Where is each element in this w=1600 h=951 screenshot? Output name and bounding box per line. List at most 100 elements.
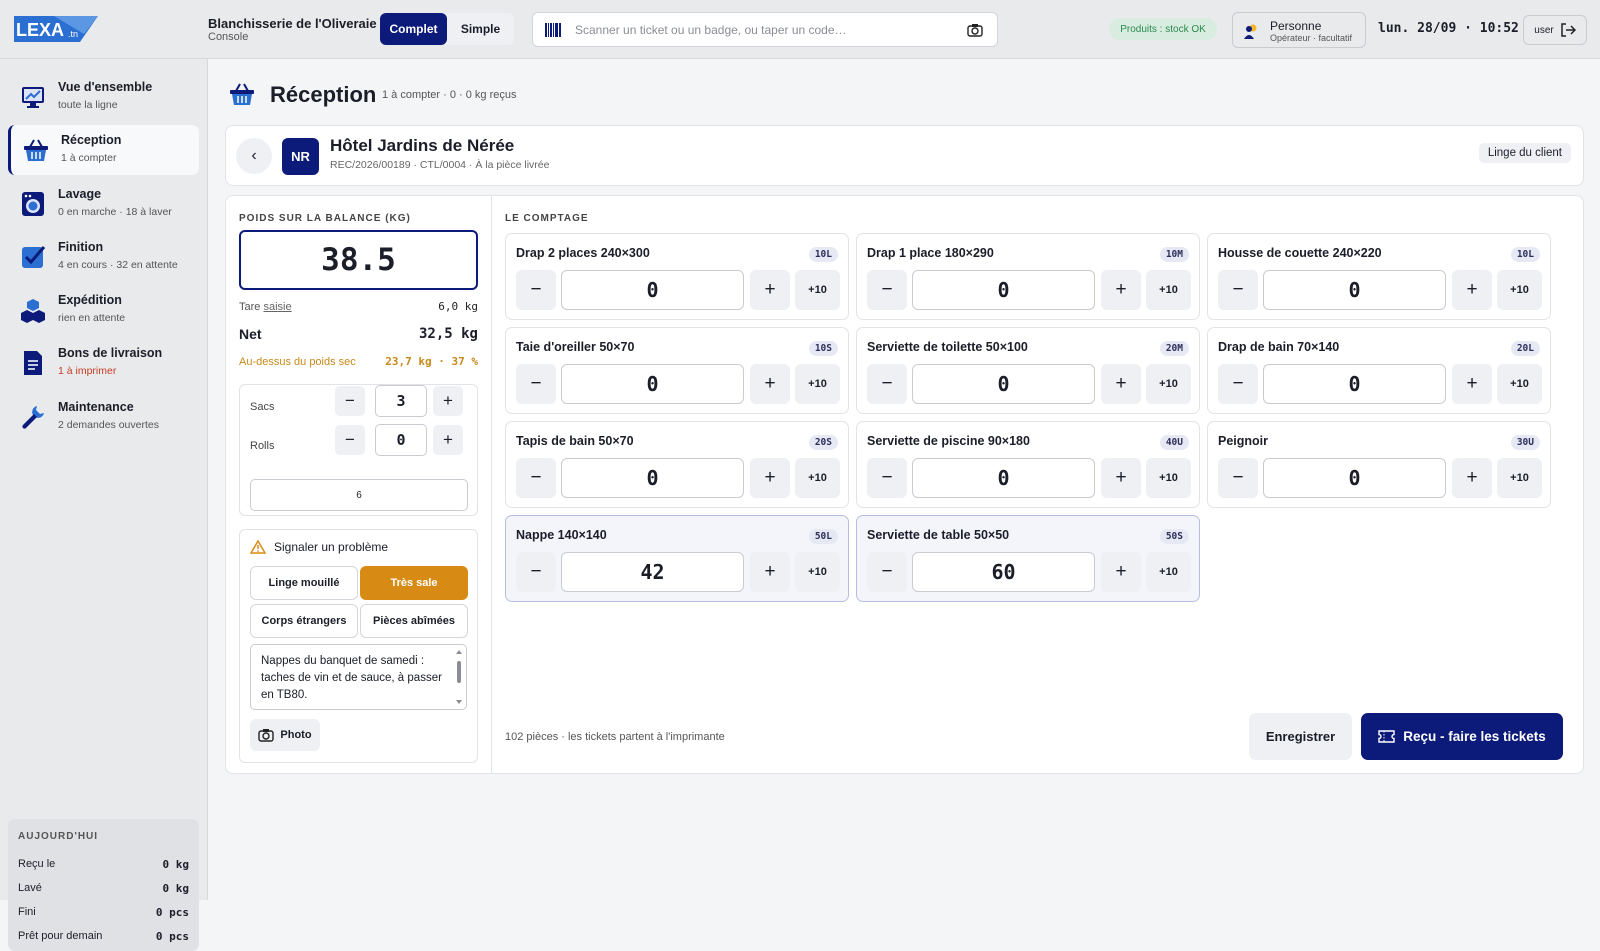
count-card: Peignoir 30U −0 + +10 (1207, 421, 1551, 508)
lexa-logo[interactable]: LEXA .tn (14, 14, 104, 44)
sidebar-item-finishing[interactable]: Finition 4 en cours · 32 en attente (8, 232, 199, 282)
bags-decrement-button[interactable]: − (335, 386, 365, 416)
user-label: user (1534, 24, 1554, 36)
sidebar-item-delivery-notes[interactable]: Bons de livraison 1 à imprimer (8, 338, 199, 388)
count-plus-ten-button[interactable]: +10 (1146, 552, 1191, 592)
mode-full-button[interactable]: Complet (380, 13, 447, 45)
containers-total-field[interactable]: 6 (250, 479, 468, 511)
count-plus-ten-button[interactable]: +10 (1146, 458, 1191, 498)
rolls-value[interactable]: 0 (375, 424, 427, 456)
mode-simple-button[interactable]: Simple (447, 13, 514, 45)
sidebar-item-washing[interactable]: Lavage 0 en marche · 18 à laver (8, 179, 199, 229)
count-value-input[interactable]: 0 (912, 364, 1095, 404)
count-plus-ten-button[interactable]: +10 (1497, 364, 1542, 404)
count-increment-button[interactable]: + (750, 552, 790, 592)
save-button[interactable]: Enregistrer (1249, 713, 1352, 760)
today-row-value: 0 kg (162, 881, 190, 895)
count-decrement-button[interactable]: − (867, 458, 907, 498)
operator-name: Personne (1270, 19, 1322, 33)
problem-chip-very-dirty[interactable]: Très sale (360, 566, 468, 600)
count-decrement-button[interactable]: − (516, 458, 556, 498)
count-decrement-button[interactable]: − (867, 270, 907, 310)
count-increment-button[interactable]: + (750, 270, 790, 310)
user-logout-button[interactable]: user (1523, 15, 1587, 45)
today-row: Reçu le 0 kg (18, 852, 189, 876)
count-item-name: Serviette de piscine 90×180 (867, 434, 1030, 448)
count-value-input[interactable]: 0 (561, 364, 744, 404)
client-linen-button[interactable]: Linge du client (1478, 143, 1571, 163)
count-item-code: 10S (808, 341, 838, 356)
count-decrement-button[interactable]: − (867, 364, 907, 404)
count-card: Serviette de table 50×50 50S −60 + +10 (856, 515, 1200, 602)
bags-label: Sacs (250, 401, 275, 413)
basket-icon (24, 139, 48, 161)
count-increment-button[interactable]: + (750, 458, 790, 498)
count-value-input[interactable]: 0 (561, 458, 744, 498)
count-value-input[interactable]: 60 (912, 552, 1095, 592)
count-plus-ten-button[interactable]: +10 (1146, 270, 1191, 310)
count-decrement-button[interactable]: − (516, 552, 556, 592)
count-value-input[interactable]: 42 (561, 552, 744, 592)
sidebar-item-reception[interactable]: Réception 1 à compter (8, 125, 199, 175)
camera-icon[interactable] (967, 23, 983, 37)
plus-icon: + (443, 430, 453, 449)
rolls-decrement-button[interactable]: − (335, 425, 365, 455)
count-plus-ten-button[interactable]: +10 (795, 270, 840, 310)
receive-tickets-button[interactable]: Reçu - faire les tickets (1361, 713, 1563, 760)
count-increment-button[interactable]: + (1101, 270, 1141, 310)
count-plus-ten-button[interactable]: +10 (1146, 364, 1191, 404)
count-increment-button[interactable]: + (1101, 552, 1141, 592)
problem-note-textarea[interactable]: Nappes du banquet de samedi : taches de … (250, 644, 467, 710)
count-value-input[interactable]: 0 (1263, 364, 1446, 404)
photo-button[interactable]: Photo (250, 719, 320, 751)
count-plus-ten-button[interactable]: +10 (1497, 270, 1542, 310)
problem-chip-wet[interactable]: Linge mouillé (250, 566, 358, 600)
sidebar: Vue d'ensemble toute la ligne Réception … (0, 59, 208, 951)
problem-chip-damaged[interactable]: Pièces abîmées (360, 604, 468, 638)
sidebar-item-shipping[interactable]: Expédition rien en attente (8, 285, 199, 335)
count-increment-button[interactable]: + (1452, 270, 1492, 310)
count-item-code: 20L (1510, 341, 1540, 356)
count-increment-button[interactable]: + (1101, 458, 1141, 498)
count-decrement-button[interactable]: − (516, 270, 556, 310)
count-item-code: 20M (1159, 341, 1189, 356)
count-value-input[interactable]: 0 (1263, 458, 1446, 498)
count-plus-ten-button[interactable]: +10 (1497, 458, 1542, 498)
count-decrement-button[interactable]: − (1218, 364, 1258, 404)
count-item-code: 30U (1510, 435, 1540, 450)
sidebar-item-maintenance[interactable]: Maintenance 2 demandes ouvertes (8, 392, 199, 442)
count-value-input[interactable]: 0 (561, 270, 744, 310)
note-scrollbar[interactable] (455, 649, 463, 705)
count-plus-ten-button[interactable]: +10 (795, 364, 840, 404)
tare-edit-link[interactable]: saisie (263, 301, 291, 313)
counting-summary: 102 pièces · les tickets partent à l'imp… (505, 731, 725, 743)
bags-value[interactable]: 3 (375, 385, 427, 417)
page-title: Réception (270, 82, 377, 107)
count-decrement-button[interactable]: − (867, 552, 907, 592)
back-button[interactable]: ‹ (236, 138, 272, 174)
count-value-input[interactable]: 0 (912, 458, 1095, 498)
problem-header: Signaler un problème (250, 540, 388, 554)
scale-weight-input[interactable]: 38.5 (239, 230, 478, 290)
count-plus-ten-button[interactable]: +10 (795, 552, 840, 592)
scan-input[interactable]: Scanner un ticket ou un badge, ou taper … (532, 12, 998, 47)
problem-chip-foreign-bodies[interactable]: Corps étrangers (250, 604, 358, 638)
bags-increment-button[interactable]: + (433, 386, 463, 416)
count-increment-button[interactable]: + (1101, 364, 1141, 404)
count-increment-button[interactable]: + (1452, 458, 1492, 498)
rolls-increment-button[interactable]: + (433, 425, 463, 455)
operator-selector[interactable]: Personne Opérateur · facultatif (1232, 12, 1366, 48)
count-value-input[interactable]: 0 (1263, 270, 1446, 310)
count-decrement-button[interactable]: − (516, 364, 556, 404)
count-increment-button[interactable]: + (1452, 364, 1492, 404)
sidebar-item-overview[interactable]: Vue d'ensemble toute la ligne (8, 72, 199, 122)
count-decrement-button[interactable]: − (1218, 270, 1258, 310)
count-value-input[interactable]: 0 (912, 270, 1095, 310)
problem-title: Signaler un problème (274, 540, 389, 554)
chevron-left-icon: ‹ (251, 147, 257, 164)
count-plus-ten-button[interactable]: +10 (795, 458, 840, 498)
count-decrement-button[interactable]: − (1218, 458, 1258, 498)
warning-icon (250, 540, 266, 554)
weighing-column: POIDS SUR LA BALANCE (KG) 38.5 Tare sais… (226, 196, 492, 773)
count-increment-button[interactable]: + (750, 364, 790, 404)
